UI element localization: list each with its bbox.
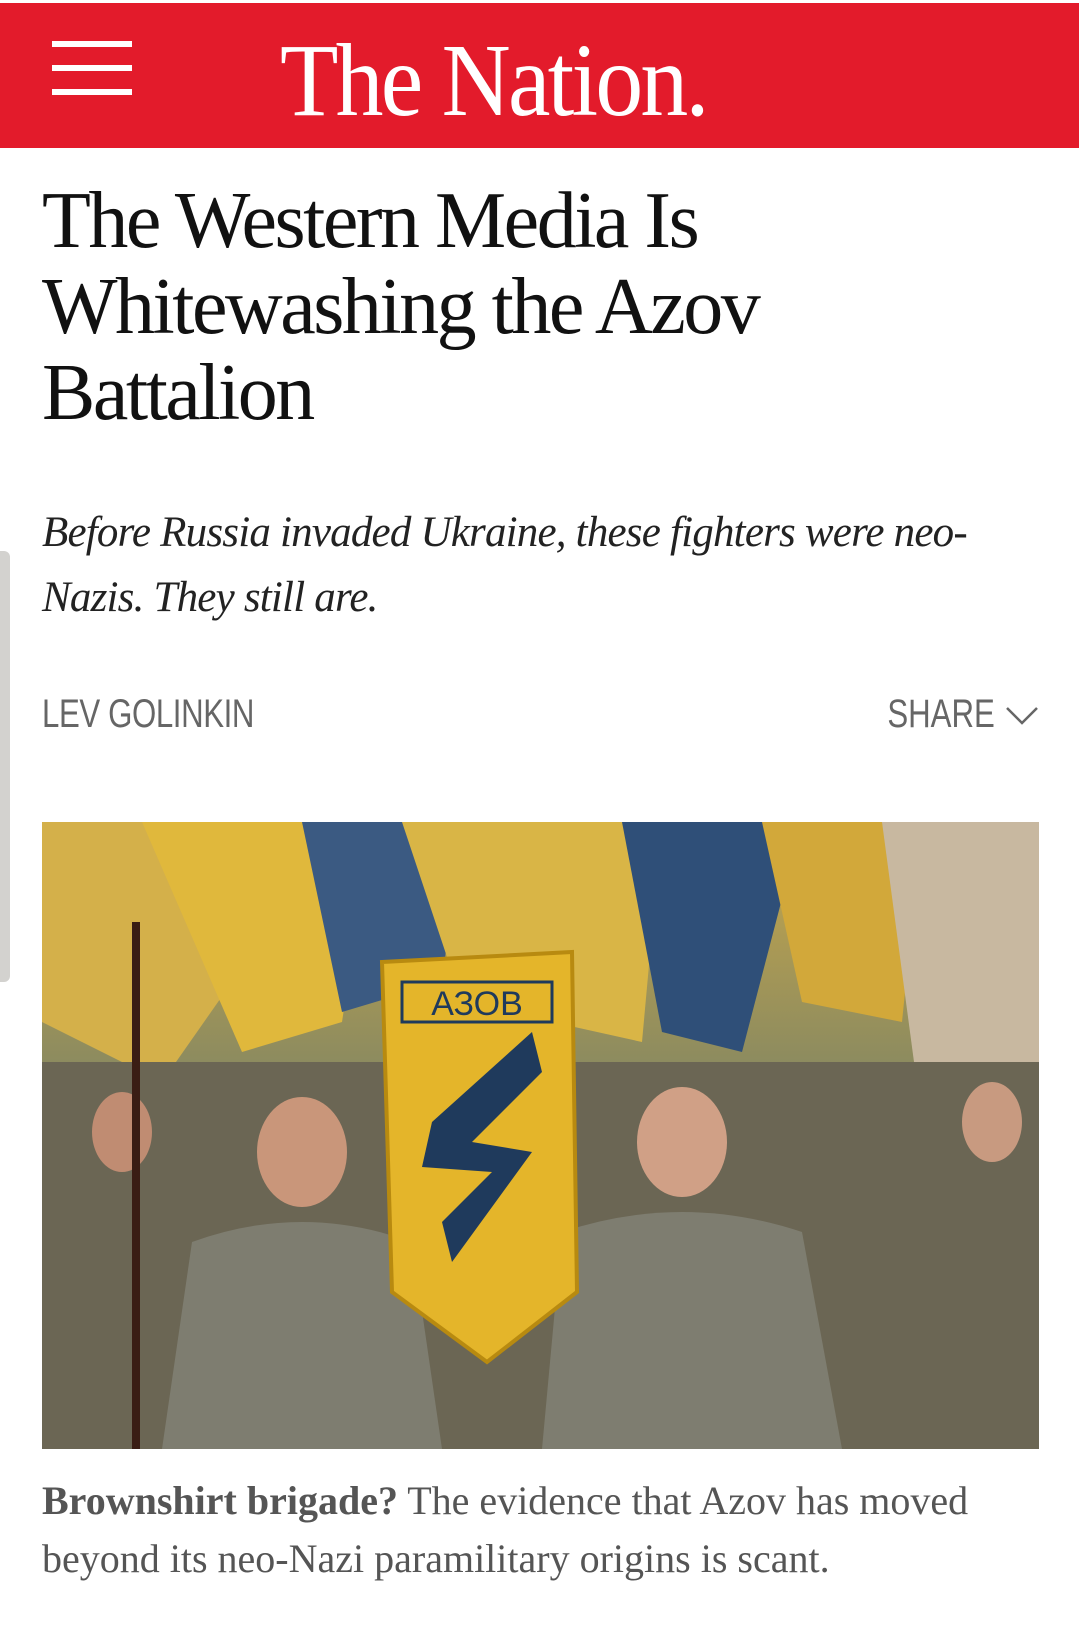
author-link[interactable]: LEV GOLINKIN [42, 692, 254, 737]
scroll-indicator[interactable] [0, 551, 10, 982]
article-deck: Before Russia invaded Ukraine, these fig… [42, 509, 968, 621]
caption-lead: Brownshirt brigade? [42, 1478, 398, 1523]
patch-text: АЗОВ [431, 985, 523, 1023]
chevron-down-icon [1006, 706, 1038, 725]
photo-illustration: АЗОВ [42, 822, 1039, 1449]
site-logo[interactable]: The Nation. [280, 21, 709, 141]
article-title: The Western Media Is Whitewashing the Az… [42, 177, 761, 437]
share-button[interactable]: SHARE [857, 692, 1039, 737]
share-label: SHARE [887, 692, 995, 736]
hamburger-icon[interactable] [52, 41, 132, 97]
site-header: The Nation. [0, 3, 1079, 148]
image-caption: Brownshirt brigade? The evidence that Az… [42, 1472, 1042, 1588]
article-hero-image: АЗОВ [42, 822, 1039, 1449]
